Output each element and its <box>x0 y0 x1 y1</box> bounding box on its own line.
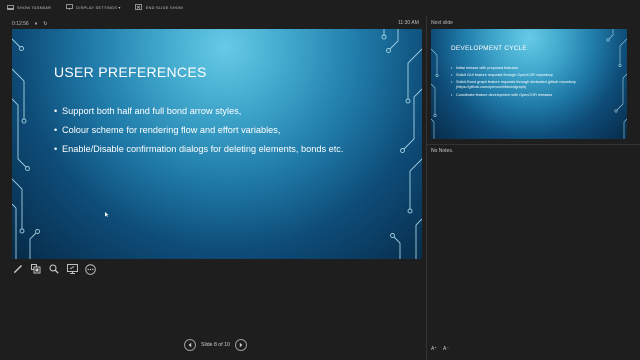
clock: 11:30 AM <box>398 20 419 26</box>
screen-icon[interactable] <box>66 263 78 275</box>
more-icon[interactable] <box>84 263 96 275</box>
end-show-icon <box>135 4 143 10</box>
pen-icon[interactable] <box>12 263 24 275</box>
presenter-toolbar: SHOW TASKBAR DISPLAY SETTINGS ▾ END SLID… <box>0 0 640 14</box>
bullet-item: Enable/Disable confirmation dialogs for … <box>54 143 384 156</box>
show-taskbar-button[interactable]: SHOW TASKBAR <box>6 4 51 10</box>
next-slide-bullet-list: Initial release with proposed features S… <box>451 66 621 100</box>
pane-divider[interactable] <box>426 16 427 360</box>
chevron-right-icon <box>239 342 243 348</box>
monitor-icon <box>65 4 73 10</box>
next-slide-button[interactable] <box>234 339 247 351</box>
next-bullet-item: Initial release with proposed features <box>451 66 621 71</box>
previous-slide-button[interactable] <box>184 339 196 351</box>
increase-font-button[interactable]: A⁺ <box>431 346 437 352</box>
speaker-notes[interactable]: No Notes. <box>431 148 453 154</box>
display-settings-button[interactable]: DISPLAY SETTINGS ▾ <box>65 4 120 10</box>
slide-title: USER PREFERENCES <box>54 64 207 80</box>
next-slide-preview[interactable]: DEVELOPMENT CYCLE Initial release with p… <box>431 29 627 139</box>
pause-timer-icon[interactable]: ⏸ <box>35 21 38 27</box>
notes-divider[interactable] <box>427 144 640 145</box>
elapsed-timer: 0:12:56 <box>12 21 29 27</box>
end-slide-show-label: END SLIDE SHOW <box>145 4 184 10</box>
end-slide-show-button[interactable]: END SLIDE SHOW <box>135 4 183 10</box>
show-taskbar-label: SHOW TASKBAR <box>17 4 52 10</box>
reset-timer-icon[interactable]: ↻ <box>43 21 47 27</box>
next-bullet-item: Solicit Bond graph feature requests thro… <box>451 80 621 90</box>
chevron-left-icon <box>188 342 192 348</box>
timer-row: 0:12:56 ⏸ ↻ <box>12 20 47 28</box>
taskbar-icon <box>6 4 14 10</box>
bullet-item: Support both half and full bond arrow st… <box>54 105 384 118</box>
current-slide[interactable]: USER PREFERENCES Support both half and f… <box>12 29 422 259</box>
next-bullet-item: Solicit GUI feature requests through Ope… <box>451 73 621 78</box>
slide-counter[interactable]: Slide 8 of 10 <box>201 342 230 348</box>
zoom-icon[interactable] <box>48 263 60 275</box>
slide-navigation: Slide 8 of 10 <box>184 339 247 351</box>
display-settings-label: DISPLAY SETTINGS ▾ <box>76 4 121 10</box>
presenter-tools <box>12 263 96 275</box>
next-bullet-item: Coordinate feature development with Open… <box>451 93 621 98</box>
slides-grid-icon[interactable] <box>30 263 42 275</box>
notes-font-controls: A⁺ A⁻ <box>431 346 449 352</box>
slide-bullet-list: Support both half and full bond arrow st… <box>54 105 384 162</box>
bullet-item: Colour scheme for rendering flow and eff… <box>54 124 384 137</box>
next-slide-title: DEVELOPMENT CYCLE <box>451 45 527 52</box>
decrease-font-button[interactable]: A⁻ <box>443 346 449 352</box>
next-slide-label: Next slide <box>431 20 453 26</box>
mouse-pointer-icon <box>105 212 109 217</box>
